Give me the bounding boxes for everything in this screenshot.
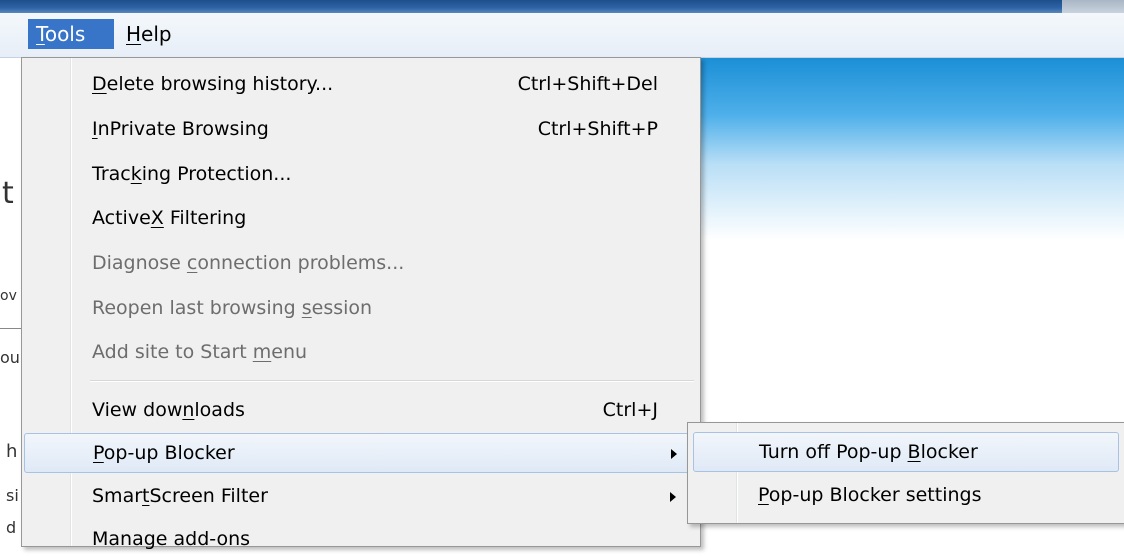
menu-item-add-site-to-start[interactable]: Add site to Start menu	[24, 333, 698, 373]
menu-item-inprivate-browsing[interactable]: InPrivate Browsing Ctrl+Shift+P	[24, 110, 698, 150]
page-text-fragment: t	[2, 176, 14, 211]
menu-bar: Tools Help	[0, 13, 1124, 58]
popup-blocker-submenu: Turn off Pop-up Blocker Pop-up Blocker s…	[687, 422, 1124, 524]
menu-item-turn-off-popup-blocker[interactable]: Turn off Pop-up Blocker	[693, 432, 1119, 472]
tools-dropdown-menu: Delete browsing history... Ctrl+Shift+De…	[21, 57, 701, 550]
menu-item-delete-browsing-history[interactable]: Delete browsing history... Ctrl+Shift+De…	[24, 65, 698, 105]
menu-item-view-downloads[interactable]: View downloads Ctrl+J	[24, 391, 698, 431]
menu-item-activex-filtering[interactable]: ActiveX Filtering	[24, 199, 698, 239]
page-text-fragment: si	[6, 486, 19, 505]
menu-item-popup-blocker[interactable]: Pop-up Blocker	[24, 433, 698, 473]
menu-item-manage-add-ons[interactable]: Manage add-ons	[24, 520, 698, 560]
window-controls-area	[1062, 0, 1124, 13]
window-title-bar	[0, 0, 1124, 13]
shortcut-label: Ctrl+J	[602, 399, 658, 421]
shortcut-label: Ctrl+Shift+P	[537, 118, 658, 140]
menu-item-reopen-last-session[interactable]: Reopen last browsing session	[24, 289, 698, 329]
submenu-arrow-icon	[671, 449, 677, 459]
menu-item-tracking-protection[interactable]: Tracking Protection...	[24, 155, 698, 195]
menu-tools[interactable]: Tools	[28, 19, 114, 49]
page-text-fragment: h	[6, 441, 18, 462]
menu-item-smartscreen-filter[interactable]: SmartScreen Filter	[24, 477, 698, 517]
page-text-fragment: d	[6, 518, 17, 537]
menu-item-popup-blocker-settings[interactable]: Pop-up Blocker settings	[693, 476, 1119, 516]
page-text-fragment: ou	[0, 348, 20, 367]
submenu-arrow-icon	[670, 492, 676, 502]
shortcut-label: Ctrl+Shift+Del	[517, 73, 658, 95]
page-text-fragment: ov	[0, 288, 17, 304]
menu-item-diagnose-connection[interactable]: Diagnose connection problems...	[24, 244, 698, 284]
menu-separator	[90, 380, 694, 382]
menu-help[interactable]: Help	[118, 19, 184, 49]
